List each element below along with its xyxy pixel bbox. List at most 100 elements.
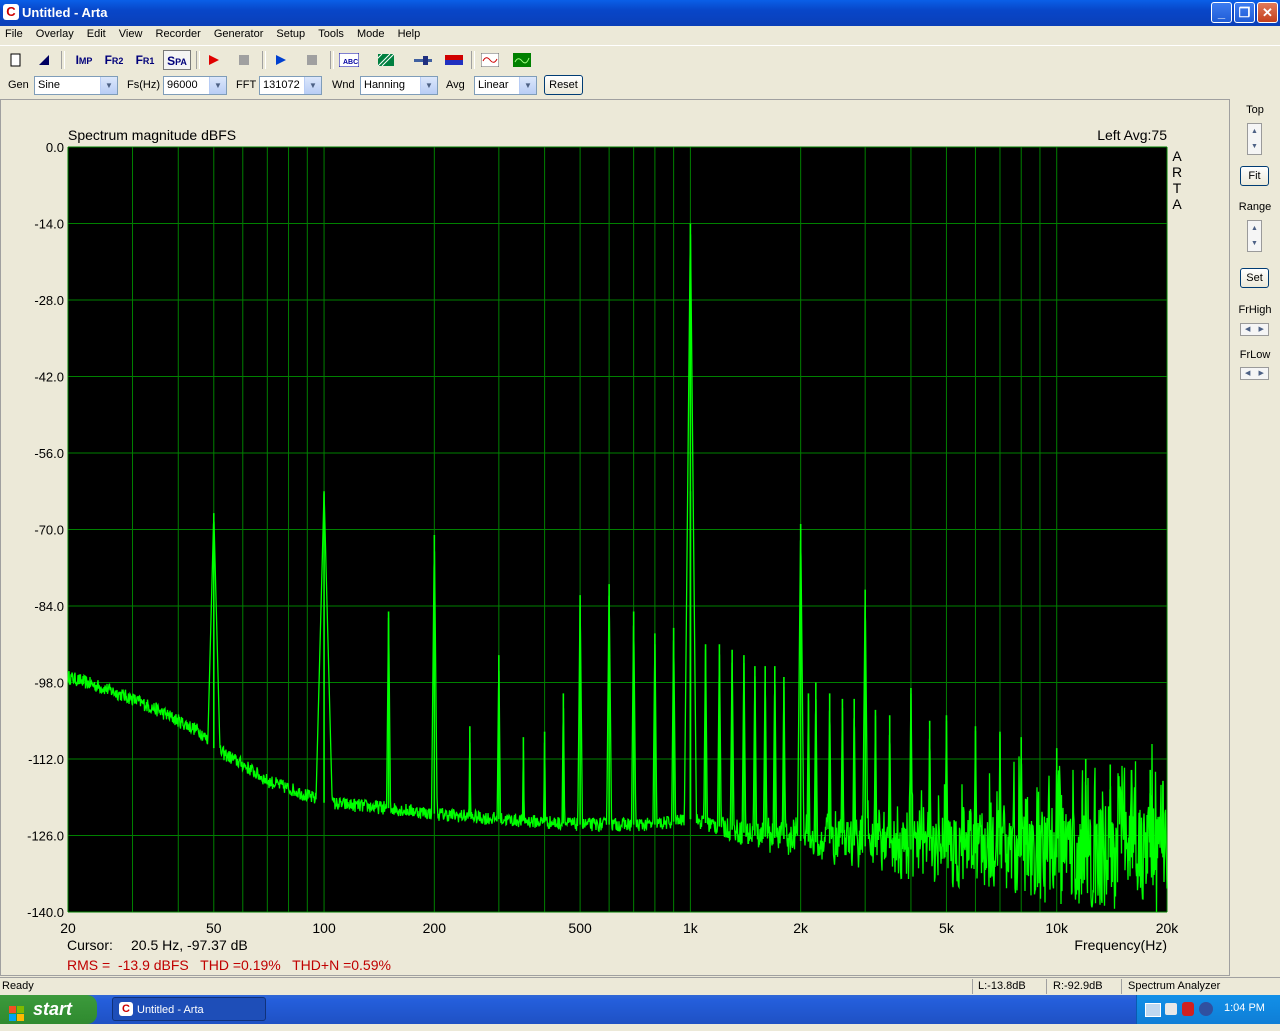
menu-generator[interactable]: Generator (209, 26, 269, 40)
status-bar: Ready L:-13.8dB R:-92.9dB Spectrum Analy… (0, 977, 1280, 996)
arrow-down-icon[interactable]: ▼ (1248, 236, 1261, 251)
frequency-axis-label: Frequency(Hz) (1074, 937, 1167, 953)
generator-stop-icon[interactable] (301, 50, 323, 70)
record-stop-icon[interactable] (233, 50, 255, 70)
arta-watermark-t: T (1173, 180, 1182, 196)
gen-label: Gen (8, 79, 29, 91)
chevron-down-icon[interactable]: ▼ (304, 77, 321, 94)
arrow-up-icon[interactable]: ▲ (1248, 124, 1261, 139)
y-tick-label: -98.0 (34, 676, 64, 691)
status-mode: Spectrum Analyzer (1128, 980, 1221, 992)
fr2-mode-button[interactable]: FR2 (101, 50, 127, 70)
fft-label: FFT (236, 79, 257, 91)
y-tick-label: -112.0 (28, 752, 64, 767)
arrow-down-icon[interactable]: ▼ (1248, 139, 1261, 154)
new-file-icon[interactable] (5, 50, 27, 70)
taskbar-item-label: Untitled - Arta (137, 1004, 204, 1016)
reset-button[interactable]: Reset (544, 75, 583, 95)
menu-overlay[interactable]: Overlay (31, 26, 79, 40)
menu-view[interactable]: View (114, 26, 148, 40)
open-file-icon[interactable] (33, 50, 55, 70)
start-label: start (33, 999, 73, 1019)
y-tick-label: -14.0 (34, 217, 64, 232)
hatch-pattern-icon[interactable] (373, 50, 397, 70)
top-label: Top (1246, 104, 1264, 116)
arrow-right-icon[interactable]: ▶ (1259, 324, 1264, 335)
level-meter-icon[interactable] (443, 50, 465, 70)
imp-mode-button[interactable]: IMP (71, 50, 97, 70)
menu-bar: File Overlay Edit View Recorder Generato… (0, 26, 1280, 44)
chevron-down-icon[interactable]: ▼ (420, 77, 437, 94)
spa-mode-button[interactable]: SPA (163, 50, 191, 70)
x-tick-label: 50 (206, 920, 222, 936)
arta-app-icon[interactable]: C (3, 4, 19, 20)
toolbar-separator (471, 51, 475, 69)
generator-play-icon[interactable] (270, 50, 292, 70)
status-separator (1121, 979, 1122, 994)
arrow-up-icon[interactable]: ▲ (1248, 221, 1261, 236)
set-button[interactable]: Set (1240, 268, 1269, 288)
arrow-left-icon[interactable]: ◀ (1245, 368, 1250, 379)
cursor-label: Cursor: (67, 937, 113, 953)
y-tick-label: -42.0 (34, 370, 64, 385)
fit-button[interactable]: Fit (1240, 166, 1269, 186)
network-icon[interactable] (1145, 1003, 1161, 1017)
menu-file[interactable]: File (0, 26, 28, 40)
spectrum-chart[interactable]: Spectrum magnitude dBFS Left Avg:75 0.0 -… (1, 100, 1229, 975)
scale-panel: Top ▲ ▼ Fit Range ▲ ▼ Set FrHigh ◀ ▶ FrLow … (1230, 99, 1280, 976)
chevron-down-icon[interactable]: ▼ (519, 77, 536, 94)
menu-tools[interactable]: Tools (313, 26, 349, 40)
x-tick-label: 5k (939, 920, 955, 936)
generator-select[interactable]: Sine ▼ (34, 76, 118, 95)
arta-watermark-a1: A (1172, 148, 1182, 164)
sample-rate-value: 96000 (167, 79, 198, 91)
status-separator (972, 979, 973, 994)
fs-label: Fs(Hz) (127, 79, 160, 91)
sample-rate-select[interactable]: 96000 ▼ (163, 76, 227, 95)
y-tick-label: -84.0 (34, 599, 64, 614)
menu-recorder[interactable]: Recorder (151, 26, 206, 40)
frlow-spinner[interactable]: ◀ ▶ (1240, 367, 1269, 380)
frlow-label: FrLow (1239, 349, 1271, 361)
menu-edit[interactable]: Edit (82, 26, 111, 40)
taskbar: start C Untitled - Arta 1:04 PM (0, 995, 1280, 1024)
chevron-down-icon[interactable]: ▼ (209, 77, 226, 94)
record-play-icon[interactable] (203, 50, 225, 70)
status-left-level: L:-13.8dB (978, 980, 1026, 992)
slider-settings-icon[interactable] (412, 50, 434, 70)
security-shield-icon[interactable] (1182, 1002, 1194, 1016)
y-tick-label: -70.0 (34, 523, 64, 538)
menu-help[interactable]: Help (393, 26, 426, 40)
top-spinner[interactable]: ▲ ▼ (1247, 123, 1262, 155)
arta-app-icon: C (119, 1002, 133, 1016)
maximize-button[interactable]: ❐ (1234, 2, 1255, 23)
status-ready: Ready (2, 980, 34, 992)
spectrum-scope-icon[interactable] (511, 50, 533, 70)
y-tick-label: -28.0 (34, 293, 64, 308)
signal-scope-icon[interactable] (479, 50, 501, 70)
wnd-label: Wnd (332, 79, 355, 91)
toolbar: IMP FR2 FR1 SPA ABC (0, 45, 1280, 73)
frhigh-spinner[interactable]: ◀ ▶ (1240, 323, 1269, 336)
svg-text:ABC: ABC (343, 59, 358, 66)
arrow-right-icon[interactable]: ▶ (1259, 368, 1264, 379)
range-spinner[interactable]: ▲ ▼ (1247, 220, 1262, 252)
fr1-mode-button[interactable]: FR1 (132, 50, 158, 70)
fft-size-select[interactable]: 131072 ▼ (259, 76, 322, 95)
volume-icon[interactable] (1165, 1003, 1177, 1015)
menu-setup[interactable]: Setup (271, 26, 310, 40)
fft-size-value: 131072 (263, 79, 300, 91)
close-button[interactable]: ✕ (1257, 2, 1278, 23)
start-button[interactable]: start (0, 995, 97, 1024)
annotate-abc-icon[interactable]: ABC (337, 50, 361, 70)
y-tick-label: 0.0 (46, 140, 64, 155)
averaging-select[interactable]: Linear ▼ (474, 76, 537, 95)
antivirus-icon[interactable] (1199, 1002, 1213, 1016)
chevron-down-icon[interactable]: ▼ (100, 77, 117, 94)
window-select[interactable]: Hanning ▼ (360, 76, 438, 95)
menu-mode[interactable]: Mode (352, 26, 390, 40)
minimize-button[interactable]: _ (1211, 2, 1232, 23)
taskbar-item-arta[interactable]: C Untitled - Arta (112, 997, 266, 1021)
toolbar-separator (61, 51, 65, 69)
arrow-left-icon[interactable]: ◀ (1245, 324, 1250, 335)
